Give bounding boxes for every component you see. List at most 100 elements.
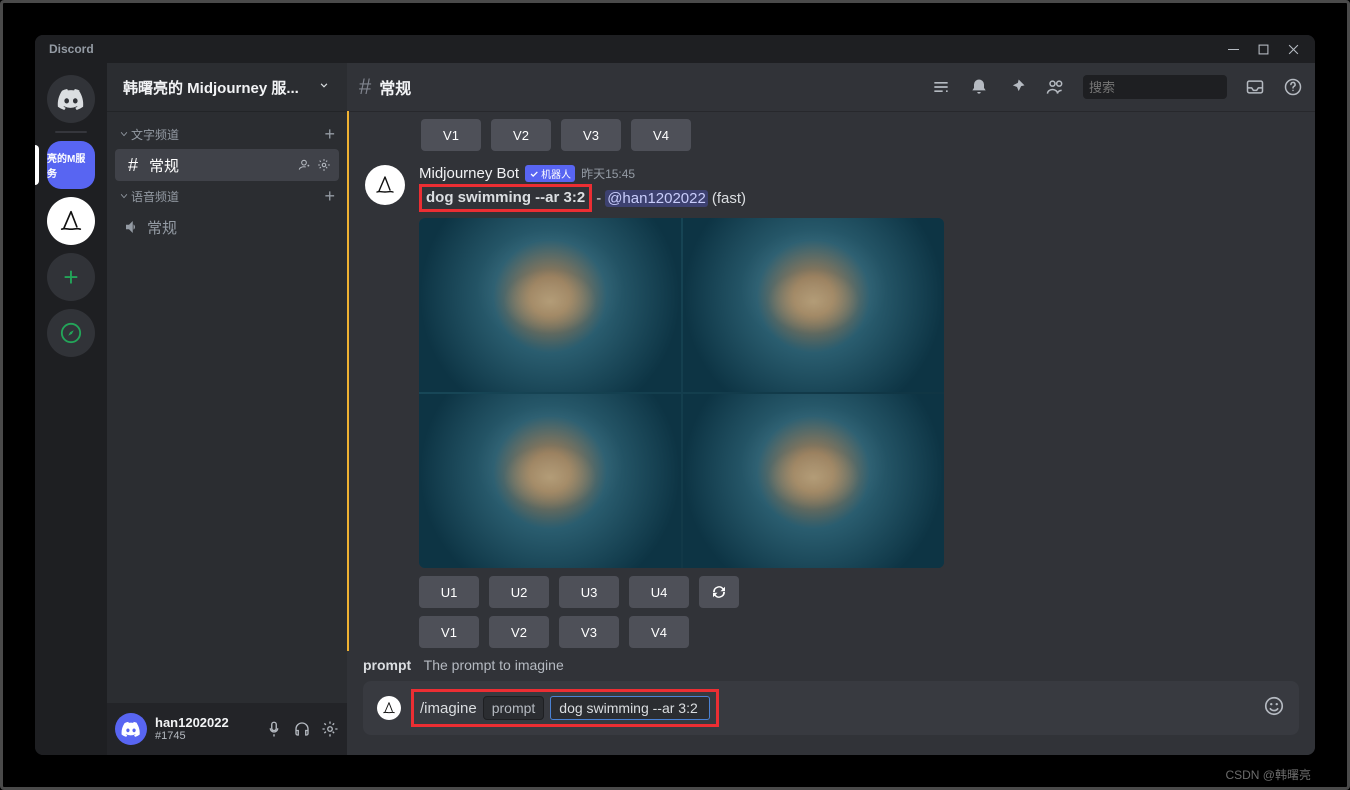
user-info[interactable]: han1202022 #1745 <box>155 715 257 744</box>
deafen-headphones-icon[interactable] <box>293 720 311 738</box>
slash-command: /imagine <box>420 700 477 717</box>
maximize-button[interactable] <box>1249 38 1277 60</box>
param-pill: prompt <box>483 696 545 720</box>
command-app-avatar <box>377 696 401 720</box>
prompt-input[interactable]: dog swimming --ar 3:2 <box>550 696 710 720</box>
invite-icon[interactable] <box>297 158 311 172</box>
command-highlight-box: /imagine prompt dog swimming --ar 3:2 <box>411 689 719 727</box>
category-text[interactable]: 文字频道 + <box>115 119 339 149</box>
pinned-messages-icon[interactable] <box>1007 77 1027 97</box>
param-hint: prompt The prompt to imagine <box>363 651 1299 681</box>
timestamp: 昨天15:45 <box>581 165 635 182</box>
speaker-icon <box>123 218 141 236</box>
window-controls <box>1219 38 1307 60</box>
v4-button[interactable]: V4 <box>629 616 689 648</box>
image-cell-4 <box>683 394 945 568</box>
channel-item-general-text[interactable]: # 常规 <box>115 149 339 181</box>
gear-icon[interactable] <box>321 720 339 738</box>
mention[interactable]: @han1202022 <box>605 190 708 207</box>
speed-badge: (fast) <box>712 190 746 207</box>
u2-button[interactable]: U2 <box>489 576 549 608</box>
image-cell-2 <box>683 218 945 392</box>
u1-button[interactable]: U1 <box>419 576 479 608</box>
close-button[interactable] <box>1279 38 1307 60</box>
explore-servers-button[interactable] <box>47 309 95 357</box>
threads-icon[interactable] <box>931 77 951 97</box>
discord-logo-icon <box>57 85 85 113</box>
category-voice[interactable]: 语音频道 + <box>115 181 339 211</box>
image-cell-1 <box>419 218 681 392</box>
variation-buttons: V1 V2 V3 V4 <box>419 616 1299 648</box>
minimize-button[interactable] <box>1219 38 1247 60</box>
notifications-bell-icon[interactable] <box>969 77 989 97</box>
add-server-button[interactable]: + <box>47 253 95 301</box>
midjourney-sail-icon <box>381 700 397 716</box>
u3-button[interactable]: U3 <box>559 576 619 608</box>
reroll-button[interactable] <box>699 576 739 608</box>
server-icon-midjourney[interactable] <box>47 197 95 245</box>
prompt-highlight-box: dog swimming --ar 3:2 <box>419 184 592 212</box>
bot-avatar[interactable] <box>365 165 405 205</box>
help-icon[interactable] <box>1283 77 1303 97</box>
v3-button[interactable]: V3 <box>559 616 619 648</box>
emoji-picker-button[interactable] <box>1263 695 1285 722</box>
watermark: CSDN @韩曙亮 <box>1225 766 1311 783</box>
channel-sidebar: 韩曙亮的 Midjourney 服... 文字频道 + # 常规 语音频道 + … <box>107 63 347 755</box>
server-header[interactable]: 韩曙亮的 Midjourney 服... <box>107 63 347 111</box>
channel-list: 文字频道 + # 常规 语音频道 + 常规 <box>107 111 347 703</box>
member-list-icon[interactable] <box>1045 77 1065 97</box>
discord-home-button[interactable] <box>47 75 95 123</box>
u4-button[interactable]: U4 <box>629 576 689 608</box>
channel-item-general-voice[interactable]: 常规 <box>115 211 339 243</box>
server-icon-selected[interactable]: 亮的M服务 <box>47 141 95 189</box>
hash-icon: # <box>359 74 371 100</box>
user-avatar[interactable] <box>115 713 147 745</box>
add-channel-button[interactable]: + <box>324 125 335 143</box>
inbox-icon[interactable] <box>1245 77 1265 97</box>
bot-name[interactable]: Midjourney Bot <box>419 165 519 182</box>
user-panel: han1202022 #1745 <box>107 703 347 755</box>
server-rail: 亮的M服务 + <box>35 63 107 755</box>
v2-button[interactable]: V2 <box>491 119 551 151</box>
message: Midjourney Bot 机器人 昨天15:45 dog swimming … <box>349 157 1299 651</box>
composer-area: prompt The prompt to imagine /imagine pr… <box>347 651 1315 755</box>
v4-button[interactable]: V4 <box>631 119 691 151</box>
add-channel-button[interactable]: + <box>324 187 335 205</box>
hash-icon: # <box>123 155 143 176</box>
variation-buttons-prev: V1 V2 V3 V4 <box>349 119 1299 151</box>
check-icon <box>529 169 539 179</box>
titlebar: Discord <box>35 35 1315 63</box>
chevron-down-icon <box>317 78 331 97</box>
compass-icon <box>60 322 82 344</box>
mute-mic-icon[interactable] <box>265 720 283 738</box>
bot-badge: 机器人 <box>525 165 575 182</box>
v2-button[interactable]: V2 <box>489 616 549 648</box>
app-title: Discord <box>43 42 94 56</box>
chevron-down-icon <box>119 129 129 139</box>
message-list[interactable]: V1 V2 V3 V4 Midjourney Bot 机器人 昨天15:45 d… <box>347 111 1315 651</box>
chevron-down-icon <box>119 191 129 201</box>
v1-button[interactable]: V1 <box>419 616 479 648</box>
gear-icon[interactable] <box>317 158 331 172</box>
server-name: 韩曙亮的 Midjourney 服... <box>123 77 317 98</box>
prompt-line: dog swimming --ar 3:2 - @han1202022 (fas… <box>419 184 1299 212</box>
smiley-icon <box>1263 695 1285 717</box>
midjourney-sail-icon <box>373 173 397 197</box>
channel-title: 常规 <box>379 75 923 99</box>
message-composer[interactable]: /imagine prompt dog swimming --ar 3:2 <box>363 681 1299 735</box>
rail-separator <box>55 131 87 133</box>
search-input[interactable] <box>1089 80 1265 95</box>
upscale-buttons: U1 U2 U3 U4 <box>419 576 1299 608</box>
v3-button[interactable]: V3 <box>561 119 621 151</box>
search-box[interactable] <box>1083 75 1227 99</box>
discord-window: { "titlebar": { "app_name": "Discord" },… <box>35 35 1315 755</box>
message-header: Midjourney Bot 机器人 昨天15:45 <box>419 165 1299 182</box>
v1-button[interactable]: V1 <box>421 119 481 151</box>
discord-logo-icon <box>121 719 141 739</box>
refresh-icon <box>710 583 728 601</box>
chat-area: # 常规 V1 V2 V3 V4 <box>347 63 1315 755</box>
chat-header: # 常规 <box>347 63 1315 111</box>
midjourney-sail-icon <box>57 207 85 235</box>
generated-image-grid[interactable] <box>419 218 944 568</box>
image-cell-3 <box>419 394 681 568</box>
